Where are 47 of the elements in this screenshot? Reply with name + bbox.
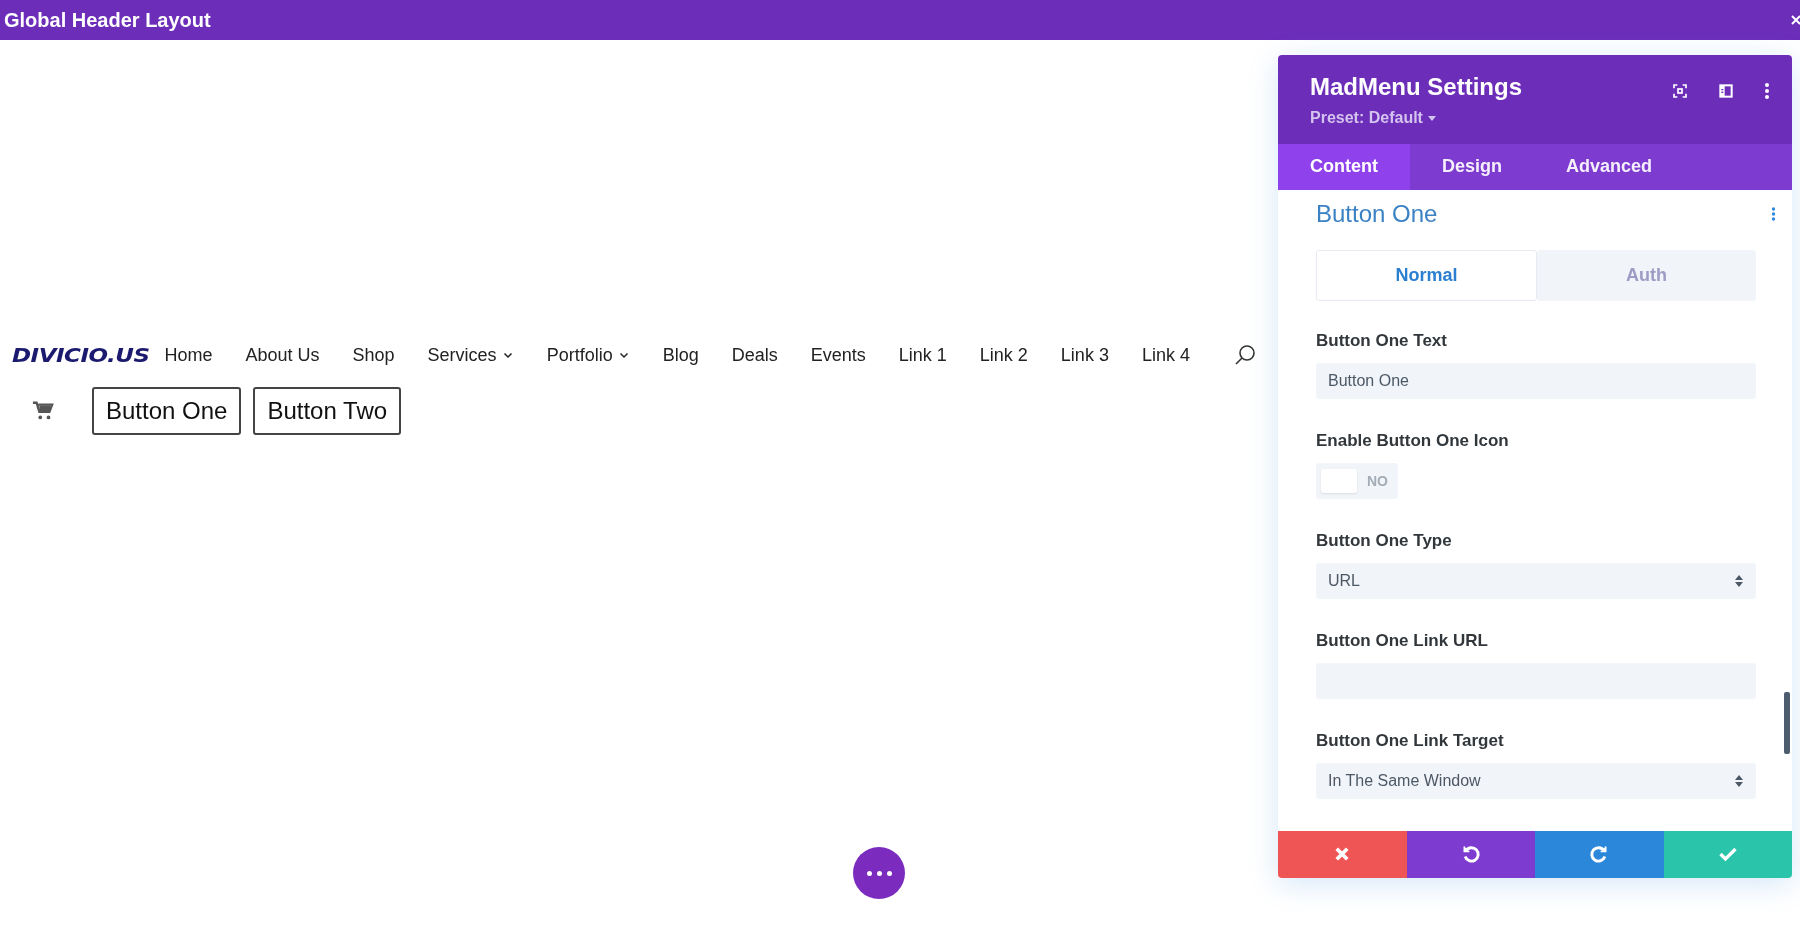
text-field[interactable]: Button One: [1316, 362, 1756, 399]
field-label: Button One Link URL: [1316, 630, 1489, 651]
nav-link[interactable]: Link 4: [1141, 344, 1190, 366]
field-label: Button One Type: [1316, 530, 1453, 551]
cancel-button[interactable]: [1278, 830, 1407, 878]
more-options-icon: [1771, 205, 1776, 222]
more-options-button[interactable]: [853, 847, 905, 899]
select-field[interactable]: URL: [1316, 562, 1756, 599]
nav-link[interactable]: Shop: [352, 344, 395, 366]
nav-link[interactable]: Events: [810, 344, 866, 366]
nav-link[interactable]: Blog: [662, 344, 699, 366]
section-title: Button One: [1316, 199, 1438, 228]
nav-link[interactable]: About Us: [245, 344, 320, 366]
select-arrows-icon: [1734, 773, 1744, 788]
nav-link[interactable]: Portfolio: [546, 344, 630, 366]
outline-button[interactable]: Button One: [92, 387, 242, 435]
preset-dropdown[interactable]: Preset: Default: [1310, 109, 1522, 127]
panel-tab[interactable]: Design: [1410, 143, 1534, 190]
select-field[interactable]: In The Same Window: [1316, 762, 1756, 799]
scrollbar-thumb[interactable]: [1784, 691, 1790, 754]
state-tab[interactable]: Normal: [1316, 249, 1537, 301]
select-arrows-icon: [1734, 573, 1744, 588]
nav-link[interactable]: Link 2: [979, 344, 1028, 366]
field-label: Button One Link Target: [1316, 730, 1505, 751]
caret-icon: [1426, 113, 1437, 123]
cart-icon: [32, 400, 54, 422]
more-options-icon: [1764, 83, 1770, 99]
undo-button[interactable]: [1406, 830, 1535, 878]
fullscreen-icon: [1672, 83, 1688, 99]
sidebar-layout-icon: [1718, 83, 1734, 99]
field-label: Enable Button One Icon: [1316, 430, 1510, 451]
window-title: Global Header Layout: [4, 8, 211, 32]
nav-link[interactable]: Home: [164, 344, 213, 366]
nav-link[interactable]: Deals: [731, 344, 778, 366]
panel-tab[interactable]: Content: [1278, 143, 1410, 190]
nav-link[interactable]: Services: [427, 344, 514, 366]
panel-tab[interactable]: Advanced: [1534, 143, 1685, 190]
close-icon: [1790, 13, 1800, 27]
redo-button[interactable]: [1535, 830, 1664, 878]
panel-title: MadMenu Settings: [1310, 73, 1522, 101]
save-button[interactable]: [1663, 830, 1792, 878]
nav-link[interactable]: Link 3: [1060, 344, 1109, 366]
site-logo[interactable]: DIVICIO.US: [12, 343, 150, 367]
nav-link[interactable]: Link 1: [898, 344, 947, 366]
redo-icon: [1589, 844, 1610, 865]
outline-button[interactable]: Button Two: [253, 387, 402, 435]
field-label: Button One Text: [1316, 330, 1448, 351]
